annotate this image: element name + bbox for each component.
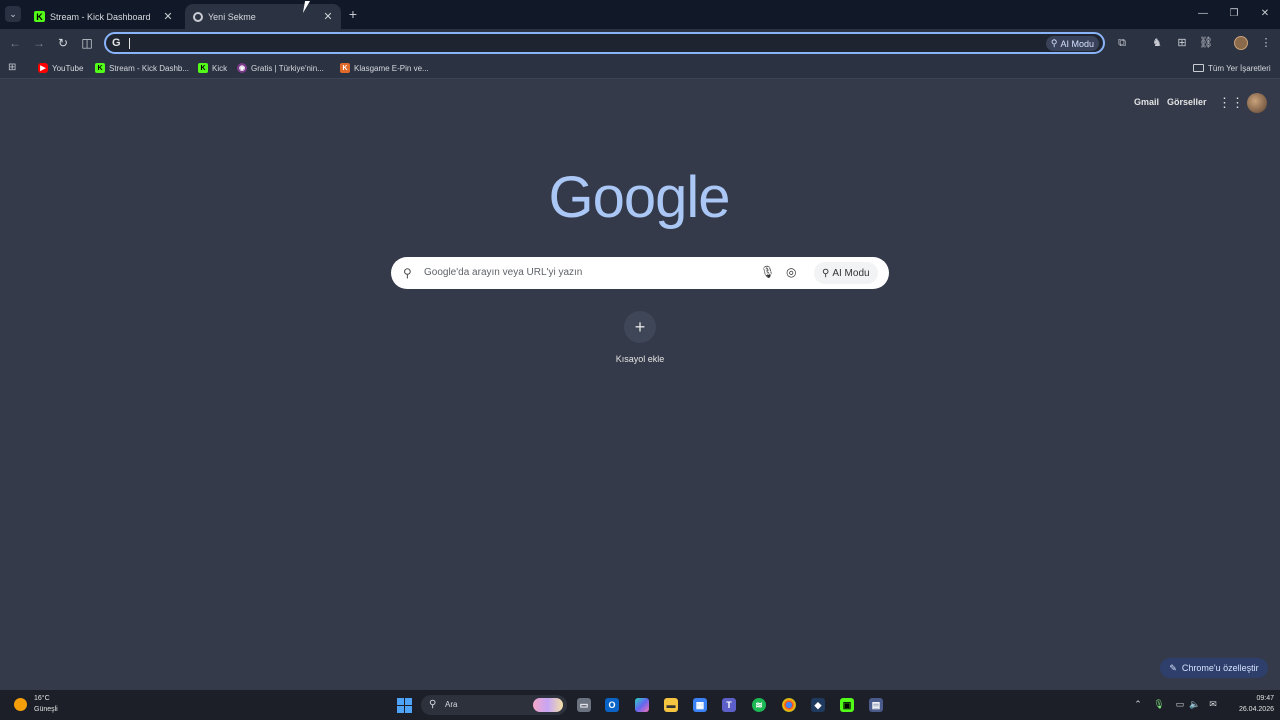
add-shortcut-button[interactable]: + xyxy=(624,311,656,343)
taskbar-search[interactable]: ⚲ Ara xyxy=(421,695,567,715)
bookmark-label: Stream - Kick Dashb... xyxy=(109,63,190,73)
search-placeholder: Google'da arayın veya URL'yi yazın xyxy=(424,267,583,278)
microphone-icon[interactable]: 🎙 xyxy=(760,265,775,279)
tray-chevron-up-icon[interactable]: ⌃ xyxy=(1132,699,1144,710)
all-bookmarks-label: Tüm Yer İşaretleri xyxy=(1208,63,1271,73)
spotify-icon[interactable]: ≋ xyxy=(752,698,766,712)
bookmark-kick-dashboard[interactable]: K Stream - Kick Dashb... xyxy=(95,62,189,74)
microsoft-store-icon[interactable]: ▦ xyxy=(693,698,707,712)
weather-description: Güneşli xyxy=(34,706,58,713)
bookmark-label: YouTube xyxy=(52,63,84,73)
bookmark-kick[interactable]: K Kick xyxy=(198,62,227,74)
text-caret xyxy=(129,38,130,49)
apps-grid-icon[interactable]: ⊞ xyxy=(8,62,19,73)
link-icon[interactable]: ⛓ xyxy=(1199,36,1213,50)
ai-search-icon: ⚲ xyxy=(1050,38,1058,48)
bookmark-youtube[interactable]: ▶ YouTube xyxy=(38,62,83,74)
taskbar-search-label: Ara xyxy=(445,700,458,709)
chrome-taskbar-icon[interactable] xyxy=(782,698,796,712)
bookmark-klasgame[interactable]: K Klasgame E-Pin ve... xyxy=(340,62,429,74)
ai-mode-button[interactable]: ⚲ AI Modu xyxy=(1045,36,1099,51)
outlook-icon[interactable]: O xyxy=(605,698,619,712)
translate-icon[interactable]: ⊞ xyxy=(1175,36,1189,50)
ai-mode-label: AI Modu xyxy=(832,267,870,279)
teams-icon[interactable]: T xyxy=(722,698,736,712)
account-avatar[interactable] xyxy=(1247,93,1267,113)
pencil-icon: ✎ xyxy=(1169,662,1177,673)
kick-icon: K xyxy=(198,63,208,73)
gratis-icon: ◉ xyxy=(237,63,247,73)
reload-icon[interactable]: ↻ xyxy=(56,36,70,50)
address-bar[interactable]: G ⚲ AI Modu xyxy=(104,32,1105,54)
windows-start-icon[interactable] xyxy=(397,698,412,713)
search-icon: ⚲ xyxy=(403,266,412,280)
forward-arrow-icon[interactable]: → xyxy=(32,36,46,50)
notification-icon[interactable]: ✉ xyxy=(1207,699,1219,710)
tab-kick-dashboard[interactable]: K Stream - Kick Dashboard ✕ xyxy=(26,4,181,29)
task-view-icon[interactable]: ▭ xyxy=(577,698,591,712)
side-panel-icon[interactable]: ◫ xyxy=(80,36,94,50)
customize-label: Chrome'u özelleştir xyxy=(1181,663,1259,673)
restore-icon[interactable]: ❐ xyxy=(1228,8,1240,19)
close-tab-icon[interactable]: ✕ xyxy=(321,10,335,24)
bookmark-label: Kick xyxy=(212,63,228,73)
window-close-icon[interactable]: ✕ xyxy=(1259,8,1271,19)
back-arrow-icon[interactable]: ← xyxy=(8,36,22,50)
extensions-puzzle-icon[interactable]: ⧉ xyxy=(1115,36,1129,50)
youtube-icon: ▶ xyxy=(38,63,48,73)
microphone-tray-icon[interactable]: 🎙 xyxy=(1153,699,1165,710)
google-apps-icon[interactable]: ⋮⋮ xyxy=(1218,96,1244,110)
ai-search-icon: ⚲ xyxy=(822,267,830,279)
incognito-icon[interactable]: ♞ xyxy=(1150,36,1164,50)
clock-date[interactable]: 26.04.2026 xyxy=(1228,706,1274,713)
search-box[interactable]: ⚲ Google'da arayın veya URL'yi yazın 🎙 ◎… xyxy=(391,257,889,289)
tab-title: Stream - Kick Dashboard xyxy=(50,11,151,22)
search-icon: ⚲ xyxy=(429,699,437,710)
file-explorer-icon[interactable]: ▬ xyxy=(664,698,678,712)
minimize-icon[interactable]: — xyxy=(1197,8,1209,19)
kick-icon: K xyxy=(34,11,45,22)
tab-strip: ⌄ K Stream - Kick Dashboard ✕ Yeni Sekme… xyxy=(0,0,1280,29)
bookmark-label: Klasgame E-Pin ve... xyxy=(354,63,429,73)
google-lens-icon[interactable]: ◎ xyxy=(786,265,796,279)
ai-mode-search-button[interactable]: ⚲ AI Modu xyxy=(814,262,878,284)
mouse-cursor-icon xyxy=(302,1,316,13)
folder-icon xyxy=(1193,64,1204,72)
tab-search-chevron-icon[interactable]: ⌄ xyxy=(5,6,21,22)
images-link[interactable]: Görseller xyxy=(1167,97,1207,107)
add-shortcut-label: Kısayol ekle xyxy=(615,354,665,364)
profile-avatar-icon[interactable] xyxy=(1234,36,1248,50)
sun-icon[interactable] xyxy=(14,698,27,711)
game-app-icon[interactable]: ▤ xyxy=(869,698,883,712)
all-bookmarks-button[interactable]: Tüm Yer İşaretleri xyxy=(1193,62,1271,74)
bookmarks-bar: ▶ YouTube K Stream - Kick Dashb... K Kic… xyxy=(0,57,1280,79)
kebab-menu-icon[interactable]: ⋮ xyxy=(1259,36,1273,50)
toolbar: ← → ↻ ◫ G ⚲ AI Modu ⧉ ♞ ⊞ ⛓ ⋮ xyxy=(0,29,1280,57)
tab-title: Yeni Sekme xyxy=(208,11,256,22)
customize-chrome-button[interactable]: ✎ Chrome'u özelleştir xyxy=(1160,658,1268,678)
new-tab-plus-icon[interactable]: + xyxy=(346,7,360,21)
chrome-icon xyxy=(193,11,203,22)
google-g-icon: G xyxy=(112,37,121,49)
gmail-link[interactable]: Gmail xyxy=(1134,97,1159,107)
network-icon[interactable]: ▭ xyxy=(1174,699,1186,710)
klasgame-icon: K xyxy=(340,63,350,73)
kick-studio-icon[interactable]: ▣ xyxy=(840,698,854,712)
ai-mode-label: AI Modu xyxy=(1060,38,1094,49)
taskbar: 16°C Güneşli ⚲ Ara ▭ O ▬ ▦ T ≋ ◆ ▣ ▤ ⌃ 🎙… xyxy=(0,690,1280,720)
copilot-icon[interactable] xyxy=(635,698,649,712)
app-diamond-icon[interactable]: ◆ xyxy=(811,698,825,712)
bookmark-gratis[interactable]: ◉ Gratis | Türkiye'nin... xyxy=(237,62,324,74)
search-highlight-icon xyxy=(533,698,563,712)
google-logo: Google xyxy=(548,165,730,230)
tab-new-tab[interactable]: Yeni Sekme ✕ xyxy=(185,4,341,29)
clock-time[interactable]: 09:47 xyxy=(1244,695,1274,702)
volume-icon[interactable]: 🔈 xyxy=(1189,699,1201,710)
weather-temperature: 16°C xyxy=(34,695,50,702)
bookmark-label: Gratis | Türkiye'nin... xyxy=(251,63,324,73)
kick-icon: K xyxy=(95,63,105,73)
close-tab-icon[interactable]: ✕ xyxy=(161,10,175,24)
